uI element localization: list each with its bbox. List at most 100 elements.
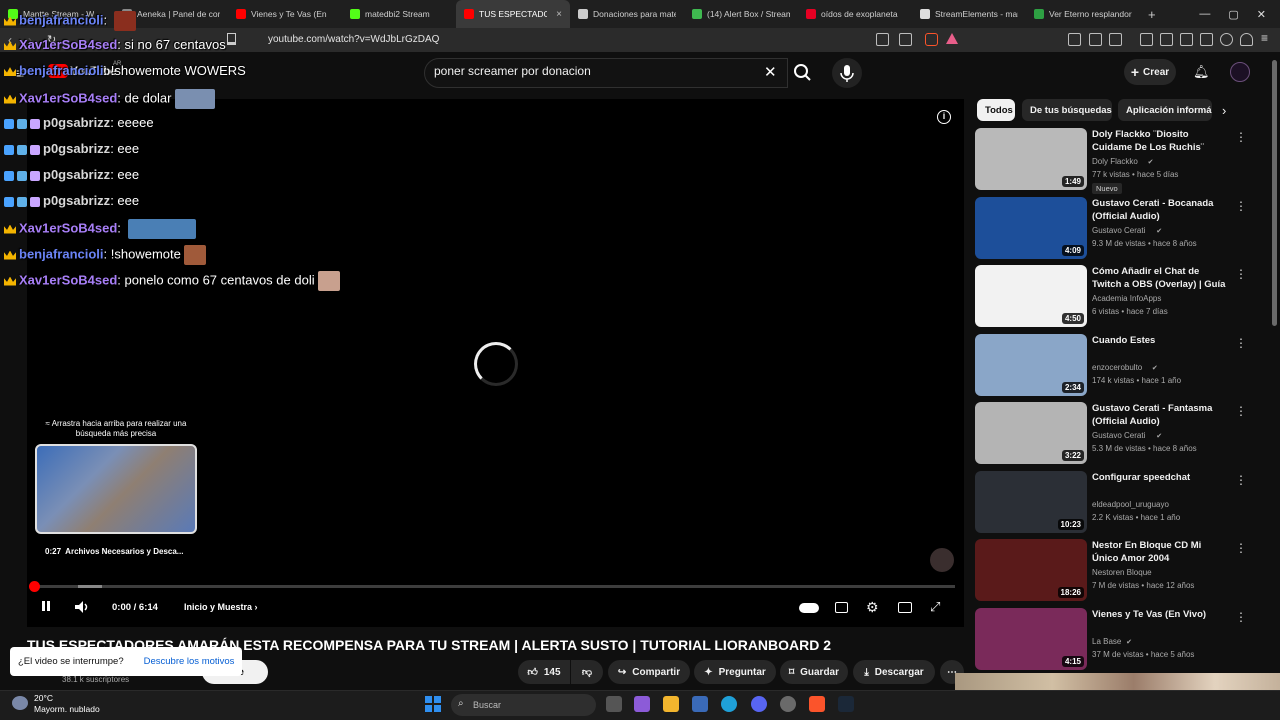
- file-explorer-icon[interactable]: [663, 696, 679, 712]
- related-video-item[interactable]: 2:34 Cuando Estes enzocerobulto 174 k vista…: [975, 333, 1265, 400]
- maximize-button[interactable]: ▢: [1228, 8, 1238, 21]
- browser-tab[interactable]: matedbi2 Stream: [342, 0, 456, 28]
- weather-widget[interactable]: 20°C Mayorm. nublado: [34, 693, 100, 715]
- cast-icon[interactable]: [876, 33, 889, 46]
- app-icon[interactable]: [780, 696, 796, 712]
- browser-tab[interactable]: Donaciones para mate: [570, 0, 684, 28]
- browser-tab[interactable]: (14) Alert Box / Stream: [684, 0, 798, 28]
- voice-search-button[interactable]: [832, 58, 862, 88]
- share-button[interactable]: ↪ Compartir: [608, 660, 690, 684]
- url-field[interactable]: youtube.com/watch?v=WdJbLrGzDAQ: [268, 31, 439, 49]
- chapter-button[interactable]: Inicio y Muestra ›: [184, 602, 258, 612]
- video-thumbnail[interactable]: 3:22: [975, 402, 1087, 464]
- tab-close-icon[interactable]: ×: [556, 9, 562, 20]
- brave-rewards-icon[interactable]: [946, 33, 958, 44]
- more-options-icon[interactable]: ⋮: [1235, 267, 1247, 281]
- more-options-icon[interactable]: ⋮: [1235, 473, 1247, 487]
- info-icon[interactable]: i: [937, 110, 951, 124]
- taskbar-search[interactable]: Buscar: [451, 694, 596, 716]
- minimize-button[interactable]: —: [1199, 8, 1210, 20]
- progress-bar[interactable]: [35, 585, 955, 588]
- menu-icon[interactable]: ≡: [1261, 31, 1268, 45]
- leo-icon[interactable]: [1220, 33, 1233, 46]
- settings-gear-icon[interactable]: ⚙︎: [866, 599, 879, 616]
- tab-search-icon[interactable]: [1109, 33, 1122, 46]
- sidebar-toggle-icon[interactable]: [1180, 33, 1193, 46]
- widgets-icon[interactable]: [634, 696, 650, 712]
- crown-badge-icon: [4, 250, 16, 260]
- page-scrollbar[interactable]: [1272, 60, 1277, 326]
- related-video-item[interactable]: 10:23 Configurar speedchat eldeadpool_urug…: [975, 470, 1265, 537]
- related-video-item[interactable]: 18:26 Nestor En Bloque CD Mi Único Amor 2…: [975, 539, 1265, 605]
- save-button[interactable]: ⌑ Guardar: [780, 660, 848, 684]
- autoplay-toggle[interactable]: [799, 603, 819, 613]
- new-tab-button[interactable]: +: [1140, 7, 1164, 22]
- pause-icon[interactable]: [42, 601, 45, 611]
- chip-searches[interactable]: De tus búsquedas: [1022, 99, 1112, 121]
- related-video-item[interactable]: 3:22 Gustavo Cerati - Fantasma (Official …: [975, 402, 1265, 468]
- video-thumbnail[interactable]: 4:50: [975, 265, 1087, 327]
- related-video-item[interactable]: 4:09 Gustavo Cerati - Bocanada (Official …: [975, 196, 1265, 263]
- chat-message: benjafrancioli:: [4, 11, 136, 31]
- bookmark-icon[interactable]: [227, 33, 236, 45]
- store-icon[interactable]: [692, 696, 708, 712]
- chip-todos[interactable]: Todos: [977, 99, 1015, 121]
- chips-next-icon[interactable]: ›: [1222, 103, 1226, 118]
- related-video-item[interactable]: 1:49 Doly Flackko ¨Diosito Cuidame De Los…: [975, 128, 1265, 194]
- chip-app[interactable]: Aplicación informá: [1118, 99, 1212, 121]
- create-button[interactable]: + Crear: [1124, 59, 1176, 85]
- more-options-icon[interactable]: ⋮: [1235, 199, 1247, 213]
- related-video-item[interactable]: 4:15 Vienes y Te Vas (En Vivo) La Base 37 M…: [975, 607, 1265, 674]
- browser-tab[interactable]: Vienes y Te Vas (En: [228, 0, 342, 28]
- steam-icon[interactable]: [838, 696, 854, 712]
- related-video-item[interactable]: 4:50 Cómo Añadir el Chat de Twitch a OBS …: [975, 265, 1265, 331]
- puzzle-icon[interactable]: [1089, 33, 1102, 46]
- browser-tab[interactable]: Ver Eterno resplandor: [1026, 0, 1140, 28]
- notifications-icon[interactable]: 🔔︎: [1193, 64, 1210, 80]
- video-thumbnail[interactable]: 10:23: [975, 470, 1087, 533]
- avatar[interactable]: [1230, 62, 1250, 82]
- video-thumbnail[interactable]: 18:26: [975, 539, 1087, 601]
- search-input[interactable]: poner screamer por donacion: [434, 64, 591, 78]
- channel-watermark[interactable]: [930, 548, 954, 572]
- volume-icon[interactable]: [74, 600, 90, 614]
- more-options-icon[interactable]: ⋮: [1235, 610, 1247, 624]
- download-button[interactable]: ⤓ Descargar: [853, 660, 935, 684]
- windows-start-icon[interactable]: [425, 696, 441, 712]
- fullscreen-icon[interactable]: ⤢: [930, 599, 940, 615]
- vpn-shield-icon[interactable]: [1240, 33, 1253, 46]
- survey-link[interactable]: Descubre los motivos: [144, 656, 235, 667]
- verified-icon: ✔: [1147, 159, 1154, 166]
- video-thumbnail[interactable]: 2:34: [975, 333, 1087, 396]
- video-thumbnail[interactable]: 4:09: [975, 196, 1087, 259]
- ask-button[interactable]: ✦ Preguntar: [694, 660, 776, 684]
- download-icon[interactable]: [1140, 33, 1153, 46]
- brave-icon[interactable]: [809, 696, 825, 712]
- history-icon[interactable]: [1160, 33, 1173, 46]
- more-options-icon[interactable]: ⋮: [1235, 404, 1247, 418]
- browser-tab[interactable]: StreamElements - mar: [912, 0, 1026, 28]
- like-button[interactable]: 👍︎ 145: [518, 660, 570, 684]
- discord-icon[interactable]: [751, 696, 767, 712]
- clear-search-icon[interactable]: ✕: [764, 63, 777, 81]
- browser-tab[interactable]: oídos de exoplaneta: [798, 0, 912, 28]
- share-page-icon[interactable]: [899, 33, 912, 46]
- theater-mode-icon[interactable]: [898, 602, 912, 613]
- browser-tab[interactable]: TUS ESPECTADOR ×: [456, 0, 570, 28]
- brave-shield-icon[interactable]: [925, 33, 938, 46]
- edge-icon[interactable]: [721, 696, 737, 712]
- wallet-icon[interactable]: [1200, 33, 1213, 46]
- chat-username: p0gsabrizz: [43, 167, 111, 182]
- video-thumbnail[interactable]: 4:15: [975, 607, 1087, 670]
- scrubber-handle[interactable]: [29, 581, 40, 592]
- dislike-button[interactable]: 👎︎: [571, 660, 603, 684]
- video-thumbnail[interactable]: 1:49: [975, 128, 1087, 190]
- extension-icon[interactable]: [1068, 33, 1081, 46]
- close-window-button[interactable]: ✕: [1257, 8, 1266, 21]
- more-options-icon[interactable]: ⋮: [1235, 130, 1247, 144]
- task-view-icon[interactable]: [606, 696, 622, 712]
- search-button[interactable]: [788, 58, 818, 88]
- more-options-icon[interactable]: ⋮: [1235, 336, 1247, 350]
- subtitles-icon[interactable]: [835, 602, 848, 613]
- more-options-icon[interactable]: ⋮: [1235, 541, 1247, 555]
